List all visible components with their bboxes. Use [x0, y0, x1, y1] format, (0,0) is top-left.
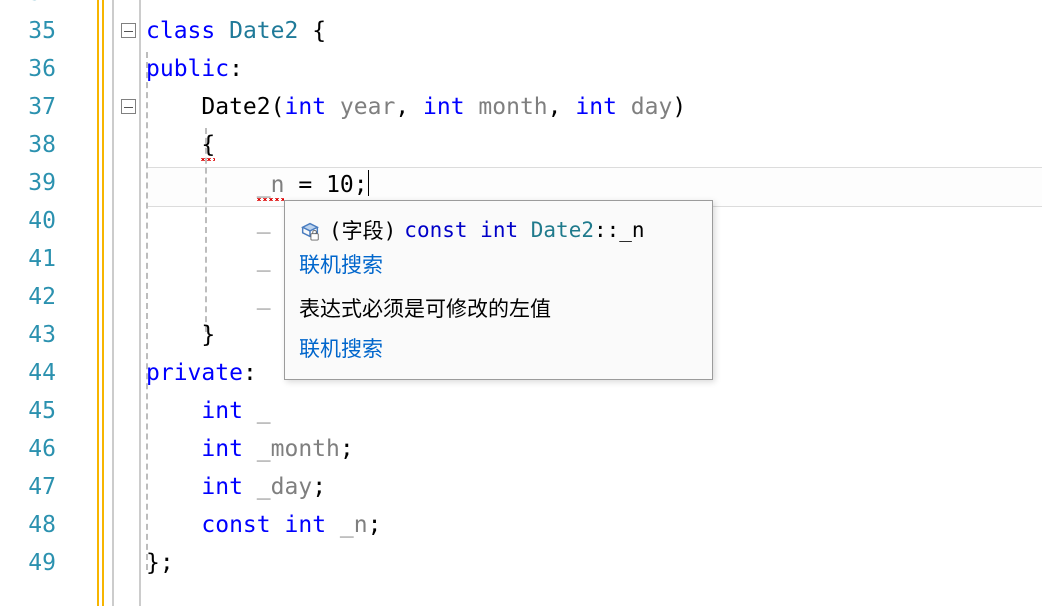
tooltip-member: _n — [619, 218, 644, 242]
line-number: 40 — [0, 208, 56, 234]
line-number: 45 — [0, 398, 56, 424]
line-number: 43 — [0, 322, 56, 348]
tooltip-search-link[interactable]: 联机搜索 — [299, 249, 383, 279]
tooltip-kw-const: const — [404, 218, 467, 242]
code-line[interactable]: int _ — [146, 398, 1042, 436]
line-number-gutter: 34 35 36 37 38 39 40 41 42 43 44 45 46 4… — [0, 0, 62, 606]
line-number: 42 — [0, 284, 56, 310]
field-icon — [299, 219, 321, 241]
margin-bar — [112, 0, 114, 606]
code-line[interactable]: }; — [146, 550, 1042, 588]
line-number: 38 — [0, 132, 56, 158]
line-number: 35 — [0, 18, 56, 44]
fold-toggle-icon[interactable] — [121, 99, 136, 114]
line-number: 37 — [0, 94, 56, 120]
code-line[interactable]: { — [146, 132, 1042, 170]
editor-root: 34 35 36 37 38 39 40 41 42 43 44 45 46 4… — [0, 0, 1042, 606]
text-caret — [368, 170, 369, 196]
line-number: 34 — [0, 0, 56, 6]
code-line[interactable]: const int _n; — [146, 512, 1042, 550]
tooltip-search-link[interactable]: 联机搜索 — [299, 333, 383, 363]
tooltip-kw-int: int — [480, 218, 518, 242]
fold-bar — [139, 0, 141, 606]
line-number: 44 — [0, 360, 56, 386]
tooltip-class-name: Date2 — [531, 218, 594, 242]
change-bar — [102, 0, 104, 606]
line-number: 39 — [0, 170, 56, 196]
line-number: 46 — [0, 436, 56, 462]
change-bar — [97, 0, 99, 606]
tooltip-error-message: 表达式必须是可修改的左值 — [299, 293, 551, 323]
tooltip-signature: (字段) const int Date2::_n — [299, 215, 698, 245]
line-number: 49 — [0, 550, 56, 576]
line-number: 36 — [0, 56, 56, 82]
tooltip-sep: :: — [594, 218, 619, 242]
intellisense-tooltip: (字段) const int Date2::_n 联机搜索 表达式必须是可修改的… — [284, 200, 713, 380]
code-line[interactable]: public: — [146, 56, 1042, 94]
line-number: 48 — [0, 512, 56, 538]
line-number: 47 — [0, 474, 56, 500]
tooltip-label-prefix: (字段) — [329, 215, 396, 245]
code-line[interactable]: Date2(int year, int month, int day) — [146, 94, 1042, 132]
code-line[interactable]: int _day; — [146, 474, 1042, 512]
fold-toggle-icon[interactable] — [121, 23, 136, 38]
line-number: 41 — [0, 246, 56, 272]
code-line[interactable]: int _month; — [146, 436, 1042, 474]
code-line[interactable]: class Date2 { — [146, 18, 1042, 56]
